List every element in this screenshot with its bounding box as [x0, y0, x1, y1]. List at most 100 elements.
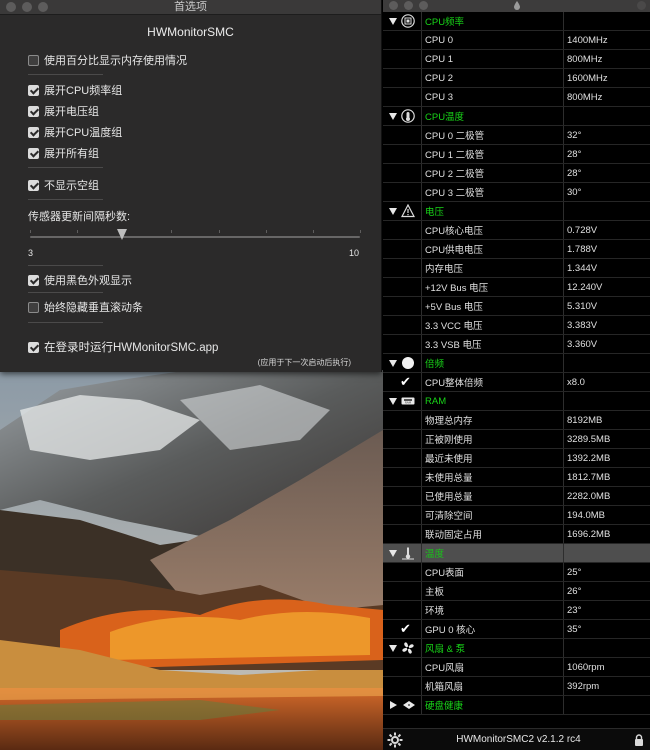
sensor-row[interactable]: 已使用总量 2282.0MB: [383, 487, 650, 506]
sensor-row[interactable]: 环境 23°: [383, 601, 650, 620]
sensor-row[interactable]: CPU 3 800MHz: [383, 88, 650, 107]
disclosure-down-icon[interactable]: [389, 207, 397, 215]
sensor-row[interactable]: 内存电压 1.344V: [383, 259, 650, 278]
sensor-row[interactable]: CPU 1 二极管 28°: [383, 145, 650, 164]
sensor-row[interactable]: CPU表面 25°: [383, 563, 650, 582]
sensor-group-row[interactable]: RAM RAM: [383, 392, 650, 411]
sensor-row[interactable]: CPU 1 800MHz: [383, 50, 650, 69]
sensor-row-marker[interactable]: [383, 31, 422, 49]
sensor-row-marker[interactable]: [383, 88, 422, 106]
sensor-row[interactable]: 可清除空间 194.0MB: [383, 506, 650, 525]
sensor-group-row[interactable]: 温度: [383, 544, 650, 563]
sensor-group-row[interactable]: 风扇 & 泵: [383, 639, 650, 658]
sensor-row[interactable]: 机箱风扇 392rpm: [383, 677, 650, 696]
sensor-row[interactable]: +12V Bus 电压 12.240V: [383, 278, 650, 297]
sensor-row[interactable]: CPU核心电压 0.728V: [383, 221, 650, 240]
group-disclosure[interactable]: [383, 354, 422, 372]
disclosure-right-icon[interactable]: [390, 701, 397, 709]
sensor-row-marker[interactable]: [383, 259, 422, 277]
sensor-row[interactable]: CPU 2 二极管 28°: [383, 164, 650, 183]
hide-empty-checkbox[interactable]: 不显示空组: [28, 178, 99, 192]
group-disclosure[interactable]: [383, 696, 422, 714]
zoom-window-button[interactable]: [419, 1, 428, 10]
sensor-row[interactable]: 物理总内存 8192MB: [383, 411, 650, 430]
sensor-row[interactable]: CPU 2 1600MHz: [383, 69, 650, 88]
lock-icon[interactable]: [634, 733, 644, 746]
sensor-row-marker[interactable]: [383, 50, 422, 68]
sensor-group-row[interactable]: CPU温度: [383, 107, 650, 126]
checkbox-box[interactable]: [28, 54, 39, 66]
sensor-row[interactable]: 未使用总量 1812.7MB: [383, 468, 650, 487]
sensor-row-marker[interactable]: [383, 468, 422, 486]
group-disclosure[interactable]: [383, 202, 422, 220]
sensor-row[interactable]: 联动固定占用 1696.2MB: [383, 525, 650, 544]
sensor-row[interactable]: CPU供电电压 1.788V: [383, 240, 650, 259]
group-disclosure[interactable]: [383, 639, 422, 657]
sensor-row[interactable]: CPU 0 1400MHz: [383, 31, 650, 50]
gear-icon[interactable]: [387, 732, 403, 748]
disclosure-down-icon[interactable]: [389, 644, 397, 652]
sensor-row[interactable]: 3.3 VCC 电压 3.383V: [383, 316, 650, 335]
sensor-row-marker[interactable]: [383, 411, 422, 429]
sensor-row-marker[interactable]: [383, 525, 422, 543]
sensor-row-marker[interactable]: [383, 430, 422, 448]
expand-cpu-temp-checkbox[interactable]: 展开CPU温度组: [28, 125, 122, 139]
expand-voltage-checkbox[interactable]: 展开电压组: [28, 104, 99, 118]
checkbox-box[interactable]: [28, 301, 39, 313]
sensor-row-marker[interactable]: [383, 677, 422, 695]
disclosure-down-icon[interactable]: [389, 112, 397, 120]
checkmark-icon[interactable]: ✔: [400, 621, 411, 637]
sensor-row[interactable]: +5V Bus 电压 5.310V: [383, 297, 650, 316]
disclosure-down-icon[interactable]: [389, 359, 397, 367]
checkbox-box[interactable]: [28, 84, 39, 96]
percent-memory-checkbox[interactable]: 使用百分比显示内存使用情况: [28, 53, 187, 67]
checkbox-box[interactable]: [28, 179, 39, 191]
expand-all-checkbox[interactable]: 展开所有组: [28, 146, 99, 160]
sensor-row-marker[interactable]: [383, 164, 422, 182]
sensor-row[interactable]: ✔ CPU整体倍频 x8.0: [383, 373, 650, 392]
sensor-row[interactable]: 最近未使用 1392.2MB: [383, 449, 650, 468]
sensor-row-marker[interactable]: [383, 297, 422, 315]
sensor-row-marker[interactable]: [383, 145, 422, 163]
sensor-group-row[interactable]: 硬盘健康: [383, 696, 650, 715]
interval-slider-knob[interactable]: [117, 229, 128, 240]
sensor-row-marker[interactable]: [383, 658, 422, 676]
sensor-row-marker[interactable]: [383, 335, 422, 353]
sensor-row-marker[interactable]: [383, 126, 422, 144]
sensor-row[interactable]: 主板 26°: [383, 582, 650, 601]
sensor-row-marker[interactable]: ✔: [383, 620, 422, 638]
checkbox-box[interactable]: [28, 274, 39, 286]
group-disclosure[interactable]: RAM: [383, 392, 422, 410]
sensor-row-marker[interactable]: [383, 601, 422, 619]
sensor-row-marker[interactable]: [383, 69, 422, 87]
checkmark-icon[interactable]: ✔: [400, 374, 411, 390]
sensor-row-marker[interactable]: [383, 183, 422, 201]
disclosure-down-icon[interactable]: [389, 397, 397, 405]
sensor-row[interactable]: 3.3 VSB 电压 3.360V: [383, 335, 650, 354]
group-disclosure[interactable]: [383, 544, 422, 562]
dark-appearance-checkbox[interactable]: 使用黑色外观显示: [28, 273, 132, 287]
sensor-group-row[interactable]: 倍频: [383, 354, 650, 373]
checkbox-box[interactable]: [28, 105, 39, 117]
checkbox-box[interactable]: [28, 147, 39, 159]
run-at-login-checkbox[interactable]: 在登录时运行HWMonitorSMC.app: [28, 340, 218, 354]
sensor-row-marker[interactable]: [383, 487, 422, 505]
sensor-row-marker[interactable]: [383, 582, 422, 600]
minimize-window-button[interactable]: [404, 1, 413, 10]
sensor-group-row[interactable]: CPU频率: [383, 12, 650, 31]
sensor-row-marker[interactable]: ✔: [383, 373, 422, 391]
popover-close-button[interactable]: [637, 1, 646, 10]
checkbox-box[interactable]: [28, 341, 39, 353]
group-disclosure[interactable]: [383, 107, 422, 125]
sensor-row-marker[interactable]: [383, 221, 422, 239]
sensor-row[interactable]: ✔ GPU 0 核心 35°: [383, 620, 650, 639]
sensor-row[interactable]: 正被刚使用 3289.5MB: [383, 430, 650, 449]
checkbox-box[interactable]: [28, 126, 39, 138]
disclosure-down-icon[interactable]: [389, 17, 397, 25]
expand-cpu-freq-checkbox[interactable]: 展开CPU频率组: [28, 83, 122, 97]
group-disclosure[interactable]: [383, 12, 422, 30]
sensor-row-marker[interactable]: [383, 506, 422, 524]
sensor-row-marker[interactable]: [383, 316, 422, 334]
sensor-group-row[interactable]: 电压: [383, 202, 650, 221]
sensor-row-marker[interactable]: [383, 240, 422, 258]
